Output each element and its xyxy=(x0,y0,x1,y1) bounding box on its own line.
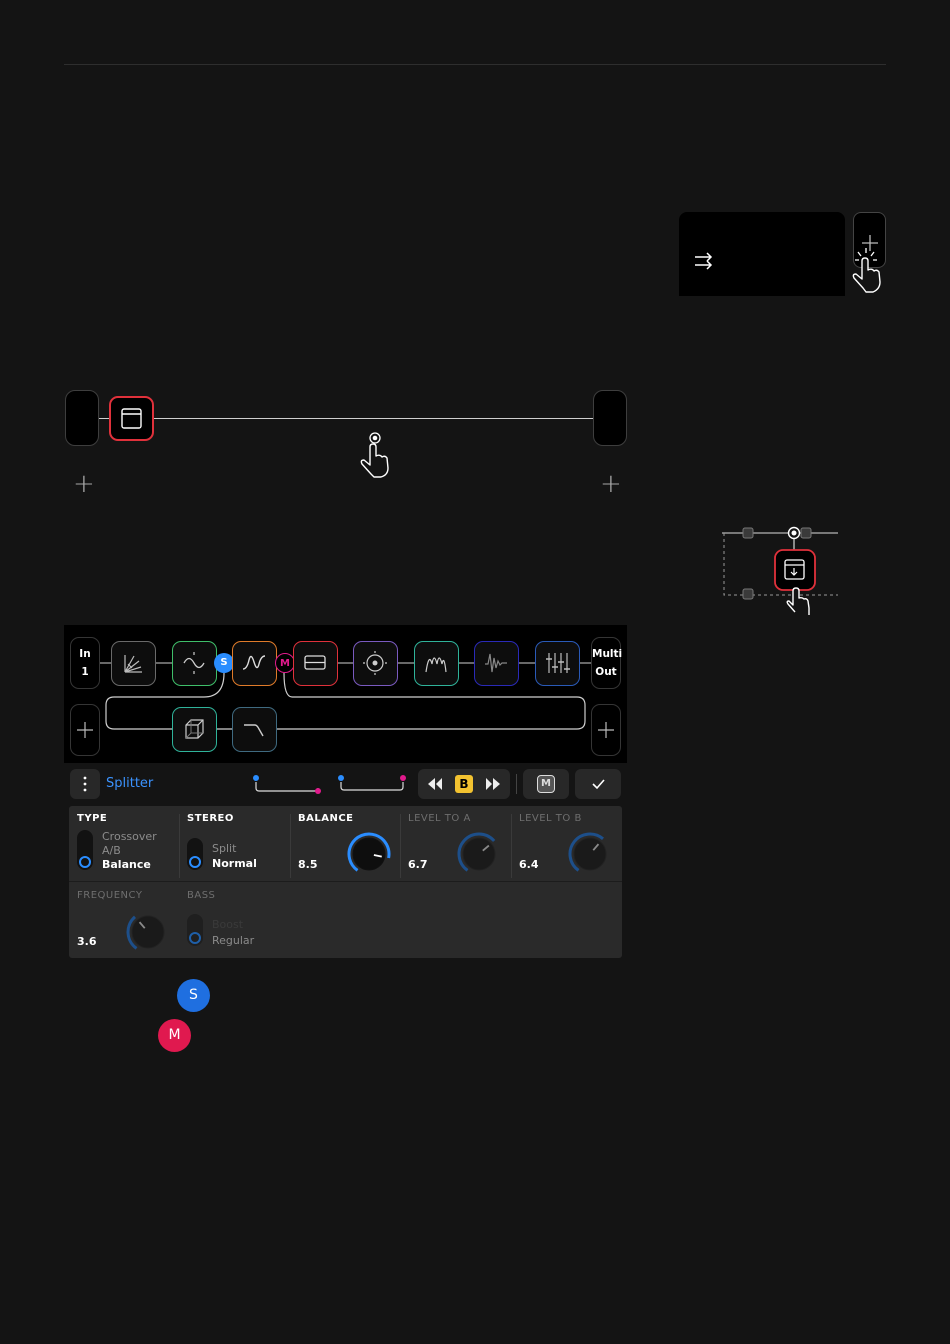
knob-body xyxy=(131,915,165,949)
signal-wire xyxy=(99,418,109,419)
bass-option-boost[interactable]: Boost xyxy=(212,918,243,931)
prev-snapshot-icon[interactable] xyxy=(426,776,444,792)
plus-icon xyxy=(598,722,614,738)
input-label: In xyxy=(79,648,91,660)
fx-block-reverb[interactable] xyxy=(414,641,459,686)
panel-row-divider xyxy=(69,881,622,882)
chain-output-block[interactable]: Multi Out xyxy=(591,637,623,689)
fx-block-delay[interactable] xyxy=(474,641,519,686)
snapshot-selector: B xyxy=(418,769,510,799)
splitter-icon xyxy=(304,655,326,670)
kebab-menu-icon xyxy=(83,776,87,792)
type-option-balance[interactable]: Balance xyxy=(102,858,151,871)
eq-sliders-icon xyxy=(546,653,570,673)
checkmark-icon xyxy=(592,779,605,790)
frequency-label: FREQUENCY xyxy=(77,890,143,901)
tap-hand-icon xyxy=(360,432,389,478)
parameter-panel: TYPE Crossover A/B Balance STEREO Split … xyxy=(69,806,622,958)
type-switch[interactable] xyxy=(77,830,93,870)
column-divider xyxy=(511,814,512,878)
bass-option-regular[interactable]: Regular xyxy=(212,934,254,947)
balance-label: BALANCE xyxy=(298,813,354,824)
route-arrows-icon xyxy=(695,252,713,270)
stereo-option-split[interactable]: Split xyxy=(212,842,236,855)
signal-wire xyxy=(154,418,594,419)
level-to-b-label: LEVEL TO B xyxy=(519,813,582,824)
plus-icon xyxy=(77,722,93,738)
splitter-block[interactable] xyxy=(109,396,154,441)
output-label: Multi xyxy=(592,648,623,660)
stereo-label: STEREO xyxy=(187,813,234,824)
fx-block-cab[interactable] xyxy=(353,641,398,686)
column-divider xyxy=(179,814,180,878)
level-to-a-knob[interactable] xyxy=(455,832,507,876)
add-input-button[interactable] xyxy=(70,704,100,756)
type-label: TYPE xyxy=(77,813,108,824)
block-title: Splitter xyxy=(106,776,154,791)
level-to-a-label: LEVEL TO A xyxy=(408,813,471,824)
toolbar-divider xyxy=(516,774,517,794)
decay-wave-icon xyxy=(485,653,507,673)
add-output-button[interactable] xyxy=(591,704,621,756)
cube-icon xyxy=(185,719,204,739)
block-toolbar: Splitter B M xyxy=(64,766,627,802)
stereo-switch[interactable] xyxy=(187,838,203,870)
fx-block-drive[interactable] xyxy=(232,641,277,686)
type-option-crossover[interactable]: Crossover xyxy=(102,830,157,843)
merge-point-dot[interactable]: M xyxy=(275,653,295,673)
confirm-button[interactable] xyxy=(575,769,621,799)
split-legend-badge: S xyxy=(177,979,210,1012)
fx-block-eq[interactable] xyxy=(535,641,580,686)
sine-wave-icon xyxy=(183,652,205,674)
stereo-option-normal[interactable]: Normal xyxy=(212,857,257,870)
splitter-icon xyxy=(121,408,142,429)
balance-value: 8.5 xyxy=(298,858,318,871)
balance-knob[interactable] xyxy=(345,832,397,876)
column-divider xyxy=(290,814,291,878)
level-to-a-value: 6.7 xyxy=(408,858,428,871)
output-type: Out xyxy=(595,666,617,678)
split-tooltip xyxy=(679,212,845,296)
top-divider xyxy=(64,64,886,65)
add-path-right-icon[interactable]: + xyxy=(600,471,622,497)
level-to-b-value: 6.4 xyxy=(519,858,539,871)
tap-hand-icon xyxy=(852,248,881,293)
fx-block-modulation[interactable] xyxy=(172,641,217,686)
chain-input-slot[interactable] xyxy=(65,390,99,446)
signal-chain-grid: In 1 Multi Out S M xyxy=(64,625,627,763)
level-to-b-knob[interactable] xyxy=(566,832,618,876)
wave-icon xyxy=(242,655,266,670)
merge-legend-badge: M xyxy=(158,1019,191,1052)
fx-block-filter[interactable] xyxy=(232,707,277,752)
chain-input-block[interactable]: In 1 xyxy=(70,637,100,689)
fx-block-cube[interactable] xyxy=(172,707,217,752)
frequency-knob[interactable] xyxy=(124,910,176,954)
chain-output-slot[interactable] xyxy=(593,390,627,446)
merge-badge: M xyxy=(537,775,555,793)
bass-switch[interactable] xyxy=(187,914,203,946)
type-option-ab[interactable]: A/B xyxy=(102,844,121,857)
input-number: 1 xyxy=(81,666,89,678)
snapshot-badge[interactable]: B xyxy=(455,775,473,793)
multi-wave-icon xyxy=(425,657,447,673)
knob-body xyxy=(462,837,496,871)
fx-block-splitter[interactable] xyxy=(293,641,338,686)
more-menu-button[interactable] xyxy=(70,769,100,799)
next-snapshot-icon[interactable] xyxy=(484,776,502,792)
frequency-value: 3.6 xyxy=(77,935,97,948)
knob-body xyxy=(573,837,607,871)
column-divider xyxy=(400,814,401,878)
knob-body xyxy=(352,837,386,871)
add-path-left-icon[interactable]: + xyxy=(73,471,95,497)
wah-icon xyxy=(124,655,142,673)
split-drag-diagram xyxy=(722,526,838,615)
fx-block-pitch[interactable] xyxy=(111,641,156,686)
merge-mixer-button[interactable]: M xyxy=(523,769,569,799)
lowpass-icon xyxy=(244,724,264,737)
split-point-dot[interactable]: S xyxy=(214,653,234,673)
routing-preview xyxy=(253,775,406,794)
speaker-icon xyxy=(363,651,387,675)
bass-label: BASS xyxy=(187,890,216,901)
